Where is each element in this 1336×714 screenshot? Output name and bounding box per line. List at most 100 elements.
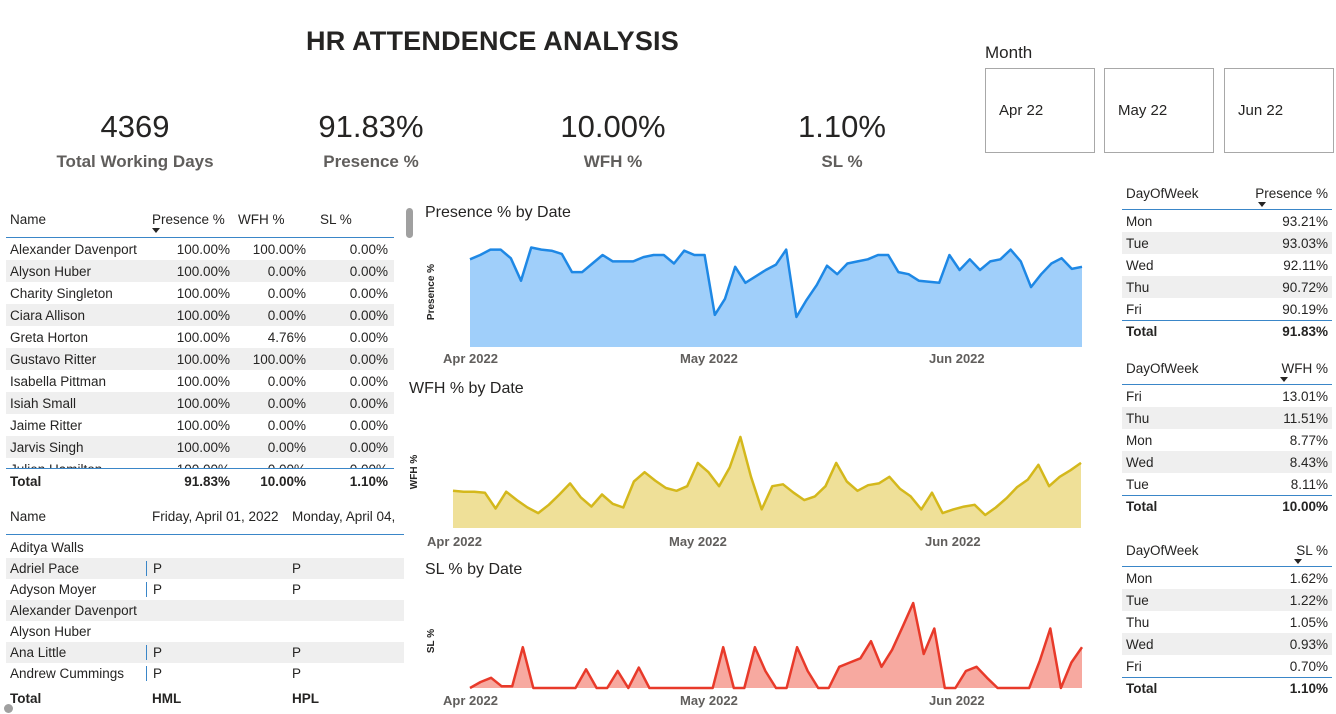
table-row[interactable]: Isabella Pittman 100.00% 0.00% 0.00% [6, 370, 394, 392]
matrix-row[interactable]: Adyson Moyer P P [6, 579, 404, 600]
table-row[interactable]: Alexander Davenport 100.00% 100.00% 0.00% [6, 238, 394, 260]
y-axis-label: WFH % [409, 455, 420, 490]
table-row[interactable]: Tue 1.22% [1122, 589, 1332, 611]
kpi-value: 10.00% [560, 109, 666, 144]
column-header-presence[interactable]: Presence % [146, 208, 230, 237]
cell-presence: 100.00% [176, 395, 230, 411]
y-axis-label: Presence % [426, 264, 437, 320]
cell-status: P [146, 582, 286, 597]
x-tick-label: Apr 2022 [443, 351, 498, 366]
month-option-may[interactable]: May 22 [1104, 68, 1214, 153]
matrix-row[interactable]: Andrew Cummings P P [6, 663, 404, 684]
table-row[interactable]: Gustavo Ritter 100.00% 100.00% 0.00% [6, 348, 394, 370]
column-header-dayofweek[interactable]: DayOfWeek [1126, 543, 1199, 566]
table-total-row: Total 91.83% [1122, 320, 1332, 342]
table-row[interactable]: Jarvis Singh 100.00% 0.00% 0.00% [6, 436, 394, 458]
table-row[interactable]: Fri 13.01% [1122, 385, 1332, 407]
table-row[interactable]: Jaime Ritter 100.00% 0.00% 0.00% [6, 414, 394, 436]
cell-value: 90.19% [1282, 301, 1328, 317]
table-row[interactable]: Thu 1.05% [1122, 611, 1332, 633]
dow-sl-table: DayOfWeek SL % Mon 1.62% Tue 1.22% Thu 1.05% Wed… [1122, 539, 1332, 699]
total-label: Total [10, 474, 42, 489]
matrix-row[interactable]: Ana Little P P [6, 642, 404, 663]
column-header-date[interactable]: Monday, April 04, [286, 505, 404, 534]
horizontal-scrollbar[interactable] [4, 704, 13, 713]
cell-value: 8.43% [1289, 454, 1328, 470]
table-row[interactable]: Tue 93.03% [1122, 232, 1332, 254]
matrix-row[interactable]: Alexander Davenport [6, 600, 404, 621]
matrix-body[interactable]: Aditya Walls Adriel Pace P P Adyson Moyer P P A… [6, 535, 404, 685]
table-row[interactable]: Wed 8.43% [1122, 451, 1332, 473]
cell-name: Gustavo Ritter [10, 351, 97, 367]
x-tick-label: Apr 2022 [443, 693, 498, 708]
total-value: 1.10% [1289, 681, 1328, 696]
column-header-name[interactable]: Name [6, 505, 146, 534]
table-row[interactable]: Fri 0.70% [1122, 655, 1332, 677]
cell-sl: 0.00% [349, 241, 388, 257]
column-header-date[interactable]: Friday, April 01, 2022 [146, 505, 286, 534]
kpi-value: 1.10% [798, 109, 886, 144]
cell-sl: 0.00% [349, 307, 388, 323]
table-row[interactable]: Isiah Small 100.00% 0.00% 0.00% [6, 392, 394, 414]
column-header-dayofweek[interactable]: DayOfWeek [1126, 361, 1199, 384]
cell-value: 8.77% [1289, 432, 1328, 448]
table-header: DayOfWeek SL % [1122, 539, 1332, 567]
table-row[interactable]: Alyson Huber 100.00% 0.00% 0.00% [6, 260, 394, 282]
column-header-dayofweek[interactable]: DayOfWeek [1126, 186, 1199, 209]
column-header-name[interactable]: Name [6, 208, 146, 237]
cell-value: 0.70% [1289, 658, 1328, 674]
cell-day: Tue [1126, 235, 1149, 251]
matrix-row[interactable]: Alyson Huber [6, 621, 404, 642]
matrix-row[interactable]: Adriel Pace P P [6, 558, 404, 579]
cell-name: Alyson Huber [10, 624, 92, 639]
cell-wfh: 100.00% [252, 241, 306, 257]
cell-day: Thu [1126, 279, 1150, 295]
cell-wfh: 0.00% [267, 417, 306, 433]
cell-name: Charity Singleton [10, 285, 113, 301]
column-header-metric[interactable]: WFH % [1282, 361, 1329, 384]
x-tick-label: Jun 2022 [925, 534, 981, 549]
x-tick-label: May 2022 [669, 534, 727, 549]
cell-name: Adyson Moyer [10, 582, 97, 597]
table-row[interactable]: Thu 11.51% [1122, 407, 1332, 429]
table-body[interactable]: Alexander Davenport 100.00% 100.00% 0.00% Al… [6, 238, 394, 468]
table-row[interactable]: Tue 8.11% [1122, 473, 1332, 495]
x-tick-label: May 2022 [680, 351, 738, 366]
cell-value: 1.22% [1289, 592, 1328, 608]
cell-day: Tue [1126, 476, 1149, 492]
presence-area-chart: Presence % Apr 2022 May 2022 Jun 2022 [426, 246, 1083, 366]
cell-presence: 100.00% [176, 329, 230, 345]
table-row[interactable]: Julien Hamilton100.00%0.00%0.00% [6, 458, 394, 469]
cell-day: Wed [1126, 636, 1154, 652]
cell-presence: 100.00% [176, 439, 230, 455]
vertical-scrollbar[interactable] [406, 208, 413, 238]
month-option-jun[interactable]: Jun 22 [1224, 68, 1334, 153]
cell-presence: 100.00% [176, 307, 230, 323]
table-row[interactable]: Mon 8.77% [1122, 429, 1332, 451]
table-row[interactable]: Ciara Allison 100.00% 0.00% 0.00% [6, 304, 394, 326]
matrix-total-row: Total HML HPL [6, 685, 404, 711]
table-row[interactable]: Mon 1.62% [1122, 567, 1332, 589]
total-value: HML [152, 690, 182, 706]
table-row[interactable]: Fri 90.19% [1122, 298, 1332, 320]
cell-day: Fri [1126, 301, 1142, 317]
cell-presence: 100.00% [146, 462, 230, 469]
cell-status: P [146, 561, 286, 576]
table-row[interactable]: Thu 90.72% [1122, 276, 1332, 298]
kpi-label: SL % [821, 152, 863, 171]
cell-name: Julien Hamilton [6, 462, 146, 469]
column-header-sl[interactable]: SL % [306, 208, 388, 237]
cell-sl: 0.00% [349, 285, 388, 301]
table-row[interactable]: Mon 93.21% [1122, 210, 1332, 232]
table-row[interactable]: Wed 0.93% [1122, 633, 1332, 655]
column-header-wfh[interactable]: WFH % [230, 208, 306, 237]
total-label: Total [1126, 499, 1158, 514]
column-header-metric[interactable]: Presence % [1255, 186, 1328, 209]
table-row[interactable]: Greta Horton 100.00% 4.76% 0.00% [6, 326, 394, 348]
month-option-apr[interactable]: Apr 22 [985, 68, 1095, 153]
table-row[interactable]: Wed 92.11% [1122, 254, 1332, 276]
cell-day: Mon [1126, 213, 1153, 229]
table-row[interactable]: Charity Singleton 100.00% 0.00% 0.00% [6, 282, 394, 304]
matrix-row[interactable]: Aditya Walls [6, 537, 404, 558]
sl-area-chart: SL % Apr 2022 May 2022 Jun 2022 [426, 601, 1084, 708]
